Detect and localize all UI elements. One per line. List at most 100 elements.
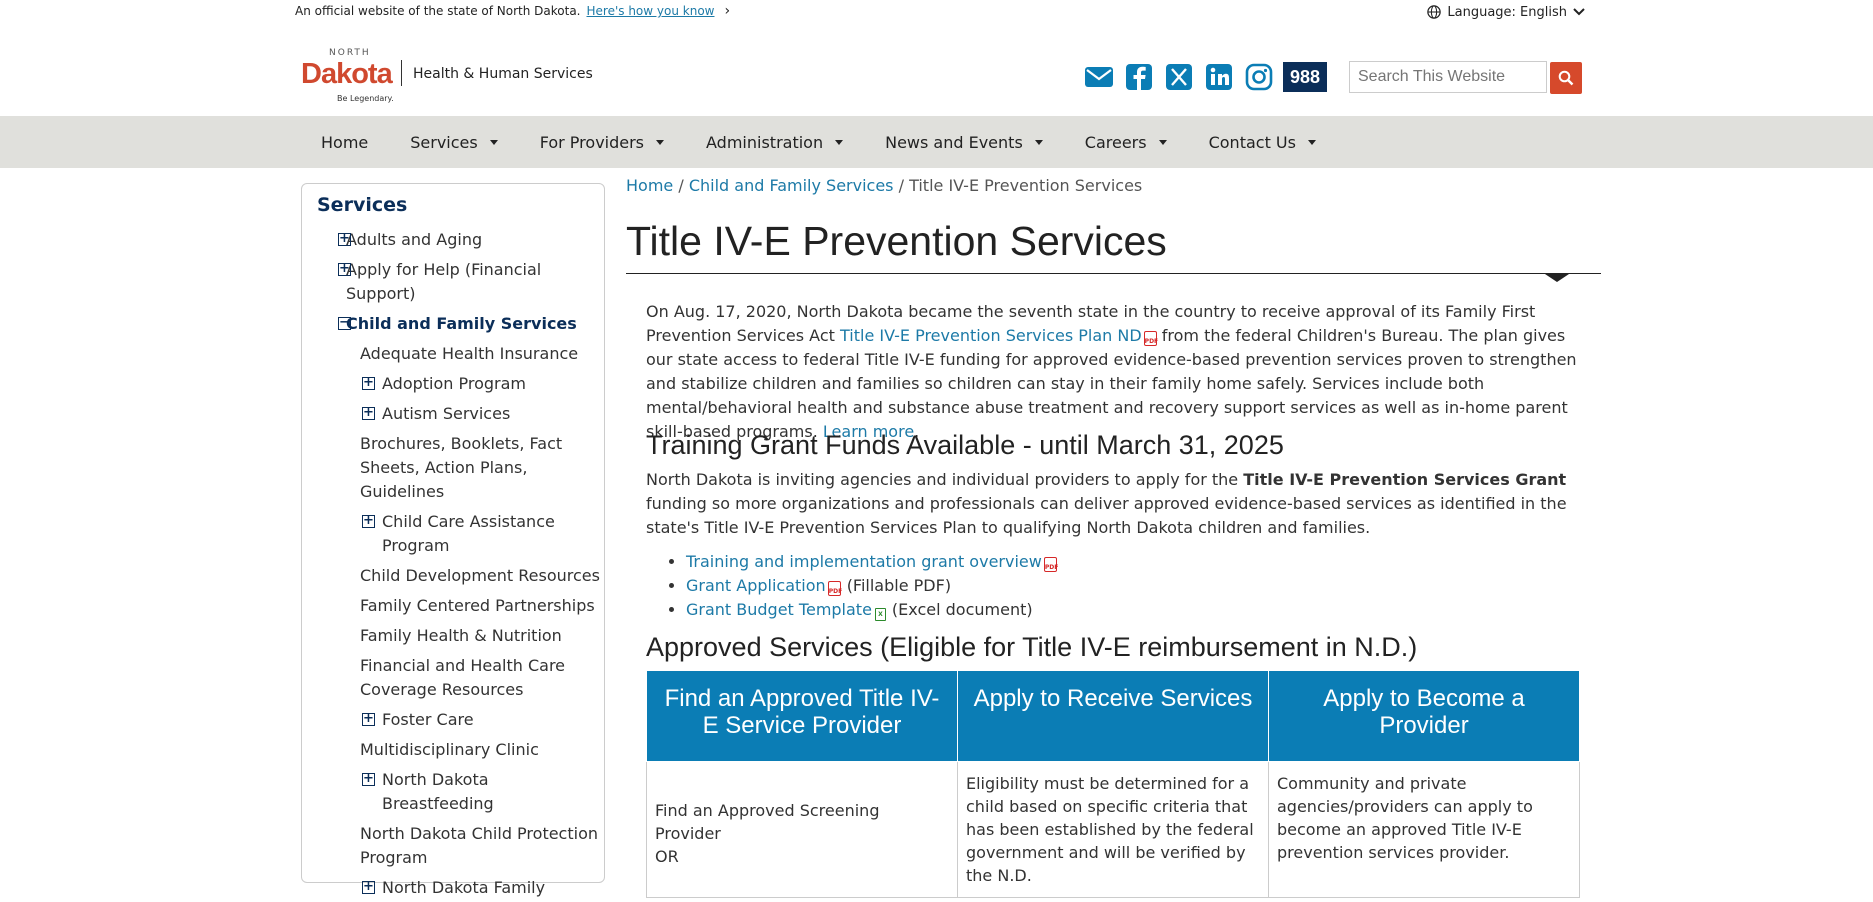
linkedin-icon[interactable] (1203, 62, 1235, 92)
cell-or: OR (655, 847, 679, 866)
sidebar-item-label: Family Centered Partnerships (360, 596, 595, 615)
chevron-right-icon[interactable]: › (724, 3, 730, 19)
nav-item-contact-us[interactable]: Contact Us (1188, 133, 1337, 152)
sidebar-item-label: Financial and Health Care Coverage Resou… (360, 656, 566, 699)
expand-icon[interactable]: + (362, 376, 375, 390)
x-icon[interactable] (1163, 62, 1195, 92)
expand-icon[interactable]: + (362, 406, 375, 420)
sidebar-item[interactable]: Multidisciplinary Clinic (302, 734, 600, 764)
nav-item-news-and-events[interactable]: News and Events (864, 133, 1064, 152)
file-type-note: (Excel document) (891, 600, 1033, 619)
approved-heading: Approved Services (Eligible for Title IV… (646, 632, 1418, 662)
chevron-down-icon (1573, 8, 1585, 16)
grant-paragraph: North Dakota is inviting agencies and in… (646, 468, 1586, 540)
cell-text: Find an Approved Screening Provider (655, 801, 880, 843)
nav-item-label: Administration (706, 132, 824, 152)
sidebar-item-label: Adequate Health Insurance (360, 344, 579, 363)
crisis-988-badge[interactable]: 988 (1283, 62, 1327, 92)
breadcrumb-current: Title IV-E Prevention Services (909, 176, 1143, 195)
caret-down-icon (489, 139, 498, 145)
grant-link[interactable]: Training and implementation grant overvi… (686, 552, 1042, 571)
title-divider (626, 273, 1601, 274)
grant-link-item: Training and implementation grant overvi… (686, 550, 1058, 574)
breadcrumb-parent[interactable]: Child and Family Services (689, 176, 894, 195)
sidebar-item-label: Adults and Aging (346, 230, 483, 249)
expand-icon[interactable]: + (338, 262, 351, 276)
sidebar-list: + Adults and Aging + Apply for Help (Financ… (302, 224, 602, 902)
grant-link[interactable]: Grant Application (686, 576, 826, 595)
sidebar-item[interactable]: − Child and Family Services (302, 308, 596, 338)
breadcrumb-home[interactable]: Home (626, 176, 673, 195)
col-find-provider: Find an Approved Title IV-E Service Prov… (646, 670, 958, 762)
official-text: An official website of the state of Nort… (295, 4, 581, 18)
expand-icon[interactable]: + (362, 880, 375, 894)
expand-icon[interactable]: + (362, 712, 375, 726)
caret-down-icon (1158, 139, 1167, 145)
search-icon (1558, 70, 1574, 86)
sidebar-item[interactable]: Financial and Health Care Coverage Resou… (302, 650, 600, 704)
sidebar-item[interactable]: + Foster Care (302, 704, 562, 734)
main-nav: Home Services For Providers Administration N… (0, 116, 1873, 168)
sidebar-item[interactable]: Adequate Health Insurance (302, 338, 600, 368)
grant-links: Training and implementation grant overvi… (686, 550, 1058, 622)
caret-down-icon (656, 139, 665, 145)
nav-item-home[interactable]: Home (300, 133, 389, 152)
sidebar-item[interactable]: North Dakota Child Protection Program (302, 818, 600, 872)
nd-logo[interactable]: NORTH Dakota Be Legendary. (301, 48, 396, 103)
sidebar-item-label: Foster Care (382, 710, 474, 729)
grant-text: funding so more organizations and profes… (646, 494, 1567, 537)
sidebar-item-label: Child Development Resources (360, 566, 600, 585)
sidebar-item[interactable]: + Apply for Help (Financial Support) (302, 254, 596, 308)
sidebar-item[interactable]: Family Centered Partnerships (302, 590, 600, 620)
nav-item-label: Home (321, 132, 369, 152)
col-apply-receive: Apply to Receive Services (957, 670, 1269, 762)
grant-link-item: Grant Budget TemplateX (Excel document) (686, 598, 1057, 622)
sidebar-item[interactable]: + North Dakota Breastfeeding (302, 764, 562, 818)
logo-divider (401, 60, 402, 86)
breadcrumb: Home / Child and Family Services / Title… (626, 176, 1142, 195)
sidebar-item-label: Family Health & Nutrition (360, 626, 562, 645)
sidebar-item[interactable]: Brochures, Booklets, Fact Sheets, Action… (302, 428, 600, 506)
sidebar-item[interactable]: Family Health & Nutrition (302, 620, 600, 650)
site-header: NORTH Dakota Be Legendary. Health & Huma… (295, 40, 1585, 110)
grant-link[interactable]: Grant Budget Template (686, 600, 872, 619)
agency-name[interactable]: Health & Human Services (413, 66, 593, 82)
expand-icon[interactable]: + (338, 232, 351, 246)
language-selector[interactable]: Language: English (1427, 0, 1585, 24)
instagram-icon[interactable] (1243, 62, 1275, 92)
grant-name: Title IV-E Prevention Services Grant (1243, 470, 1567, 489)
facebook-icon[interactable] (1123, 62, 1155, 92)
sidebar-item-label: North Dakota Breastfeeding (382, 770, 494, 813)
sidebar-item[interactable]: Child Development Resources (302, 560, 600, 590)
search-input[interactable] (1349, 61, 1547, 93)
search-button[interactable] (1550, 62, 1582, 94)
collapse-icon[interactable]: − (338, 316, 351, 330)
sidebar-item[interactable]: + Child Care Assistance Program (302, 506, 562, 560)
nav-item-administration[interactable]: Administration (685, 133, 864, 152)
social-links: 988 (1083, 62, 1327, 92)
sidebar-item[interactable]: + Adoption Program (302, 368, 562, 398)
email-icon[interactable] (1083, 62, 1115, 92)
nav-item-careers[interactable]: Careers (1064, 133, 1188, 152)
sidebar-item-label: Autism Services (382, 404, 511, 423)
expand-icon[interactable]: + (362, 514, 375, 528)
sidebar-title[interactable]: Services (317, 194, 407, 216)
page-title: Title IV-E Prevention Services (626, 218, 1167, 264)
sidebar-item-label: Brochures, Booklets, Fact Sheets, Action… (360, 434, 563, 501)
sidebar-item-label: North Dakota Child Protection Program (360, 824, 598, 867)
sidebar-item[interactable]: + Adults and Aging (302, 224, 596, 254)
sidebar-item-label: Multidisciplinary Clinic (360, 740, 539, 759)
plan-pdf-link[interactable]: Title IV-E Prevention Services Plan ND (840, 326, 1142, 345)
intro-paragraph: On Aug. 17, 2020, North Dakota became th… (646, 300, 1586, 444)
expand-icon[interactable]: + (362, 772, 375, 786)
how-you-know-link[interactable]: Here's how you know (587, 4, 715, 18)
breadcrumb-separator: / (898, 176, 904, 195)
title-divider-notch (1545, 274, 1569, 282)
sidebar-item-label: North Dakota Family (382, 878, 546, 897)
nav-item-label: News and Events (885, 132, 1023, 152)
nav-item-services[interactable]: Services (389, 133, 518, 152)
nav-item-for-providers[interactable]: For Providers (519, 133, 685, 152)
sidebar-item[interactable]: + North Dakota Family (302, 872, 562, 902)
sidebar-item[interactable]: + Autism Services (302, 398, 562, 428)
caret-down-icon (1034, 139, 1043, 145)
